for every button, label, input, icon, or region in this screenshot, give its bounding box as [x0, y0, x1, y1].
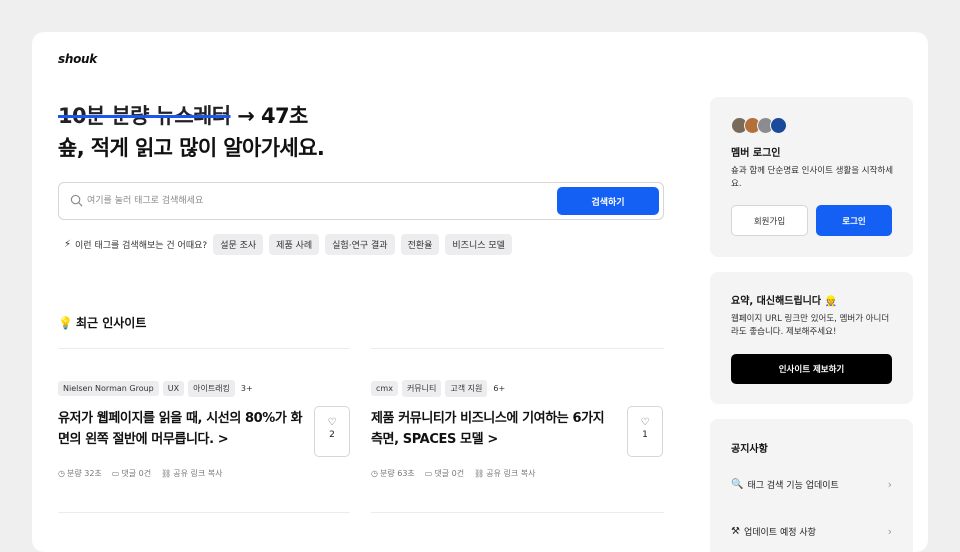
comment-count-text: 댓글 0건: [434, 469, 465, 478]
lightbulb-icon: 💡: [58, 315, 73, 330]
article-tag[interactable]: Nielsen Norman Group: [58, 381, 159, 396]
member-avatars: [731, 117, 787, 134]
read-time-text: 분량 63초: [379, 469, 415, 478]
login-title: 멤버 로그인: [731, 148, 781, 159]
hero-time-text: 47초: [260, 104, 308, 128]
brand-logo[interactable]: shouk: [58, 52, 97, 66]
article-tag[interactable]: UX: [162, 381, 185, 396]
summary-title: 요약, 대신해드립니다 👷: [731, 296, 838, 307]
search-icon: [70, 194, 83, 207]
divider: [371, 512, 664, 513]
avatar: [770, 117, 787, 134]
article-title-text: 유저가 웹페이지를 읽을 때, 시선의 80%가 화면의 왼쪽 절반에 머무릅니…: [58, 411, 303, 447]
article-title[interactable]: 유저가 웹페이지를 읽을 때, 시선의 80%가 화면의 왼쪽 절반에 머무릅니…: [58, 408, 304, 450]
share-link[interactable]: ⛓ 공유 링크 복사: [161, 468, 222, 479]
read-time: ◷ 분량 63초: [371, 468, 415, 479]
article-meta: ◷ 분량 63초 ▭ 댓글 0건 ⛓ 공유 링크 복사: [371, 468, 663, 479]
link-icon: ⛓: [161, 469, 172, 478]
divider: [58, 512, 350, 513]
article-tag[interactable]: 커뮤니티: [401, 380, 442, 397]
article-meta: ◷ 분량 32초 ▭ 댓글 0건 ⛓ 공유 링크 복사: [58, 468, 350, 479]
recent-insights-heading: 💡 최근 인사이트: [58, 314, 146, 331]
article-card[interactable]: cmx 커뮤니티 고객 지원 6+ 제품 커뮤니티가 비즈니스에 기여하는 6가…: [371, 380, 663, 479]
suggestion-chip[interactable]: 비즈니스 모델: [445, 234, 512, 255]
more-tags-count: 3+: [240, 384, 253, 393]
notice-title: 공지사항: [731, 444, 768, 455]
heart-icon: ♡: [640, 417, 650, 428]
tag-suggestions: ⚡ 이런 태그를 검색해보는 건 어때요? 설문 조사 제품 사례 실험·연구 …: [64, 234, 512, 255]
article-tag[interactable]: 고객 지원: [445, 380, 488, 397]
like-count: 1: [642, 430, 648, 440]
hammer-pick-icon: ⚒: [731, 526, 740, 537]
notice-item[interactable]: 🔍 태그 검색 기능 업데이트 ›: [731, 478, 892, 491]
like-button[interactable]: ♡ 2: [314, 406, 350, 457]
search-bar: 검색하기: [58, 182, 664, 220]
comment-icon: ▭: [424, 469, 433, 478]
login-button[interactable]: 로그인: [816, 205, 892, 236]
heart-icon: ♡: [327, 417, 337, 428]
link-icon: ⛓: [474, 469, 485, 478]
clock-icon: ◷: [58, 469, 65, 478]
read-time: ◷ 분량 32초: [58, 468, 102, 479]
comment-count[interactable]: ▭ 댓글 0건: [425, 468, 464, 479]
suggestion-chip[interactable]: 실험·연구 결과: [325, 234, 395, 255]
hero-headline-line2: 숖, 적게 읽고 많이 알아가세요.: [58, 136, 325, 160]
more-tags-count: 6+: [493, 384, 506, 393]
like-button[interactable]: ♡ 1: [627, 406, 663, 457]
suggestion-chip[interactable]: 제품 사례: [269, 234, 320, 255]
suggestion-prompt: 이런 태그를 검색해보는 건 어때요?: [75, 241, 208, 251]
article-tag[interactable]: 아이트래킹: [188, 380, 235, 397]
summary-panel: 요약, 대신해드립니다 👷 웹페이지 URL 링크만 있어도, 멤버가 아니더라…: [710, 272, 913, 404]
chevron-right-icon: >: [217, 432, 229, 447]
signup-button[interactable]: 회원가입: [731, 205, 808, 236]
notice-item[interactable]: ⚒ 업데이트 예정 사항 ›: [731, 525, 892, 538]
lightning-icon: ⚡: [64, 239, 72, 250]
divider: [371, 348, 664, 349]
share-link[interactable]: ⛓ 공유 링크 복사: [474, 468, 535, 479]
search-input[interactable]: [87, 191, 547, 211]
notice-panel: 공지사항 🔍 태그 검색 기능 업데이트 › ⚒ 업데이트 예정 사항 ›: [710, 419, 913, 552]
search-button[interactable]: 검색하기: [557, 187, 659, 215]
chevron-right-icon: ›: [887, 478, 892, 491]
recent-insights-title: 최근 인사이트: [75, 316, 147, 330]
hero-headline-line1: 10분 분량 뉴스레터 → 47초: [58, 100, 308, 130]
chevron-right-icon: >: [487, 432, 498, 447]
suggestion-chip[interactable]: 전환율: [400, 234, 440, 255]
share-link-text: 공유 링크 복사: [173, 469, 223, 478]
read-time-text: 분량 32초: [66, 469, 102, 478]
article-tags: Nielsen Norman Group UX 아이트래킹 3+: [58, 380, 350, 397]
login-description: 숖과 함께 단순명료 인사이트 생활을 시작하세요.: [731, 166, 894, 189]
divider: [58, 348, 350, 349]
summary-description: 웹페이지 URL 링크만 있어도, 멤버가 아니더라도 좋습니다. 제보해주세요…: [731, 314, 890, 337]
notice-label: 업데이트 예정 사항: [743, 528, 816, 538]
article-card[interactable]: Nielsen Norman Group UX 아이트래킹 3+ 유저가 웹페이…: [58, 380, 350, 479]
chevron-right-icon: ›: [887, 525, 892, 538]
comment-icon: ▭: [111, 469, 120, 478]
clock-icon: ◷: [371, 469, 378, 478]
article-title[interactable]: 제품 커뮤니티가 비즈니스에 기여하는 6가지 측면, SPACES 모델 >: [371, 408, 617, 450]
article-tags: cmx 커뮤니티 고객 지원 6+: [371, 380, 663, 397]
like-count: 2: [329, 430, 335, 440]
submit-insight-button[interactable]: 인사이트 제보하기: [731, 354, 892, 384]
comment-count-text: 댓글 0건: [121, 469, 152, 478]
hero-arrow: →: [237, 104, 255, 128]
notice-label: 태그 검색 기능 업데이트: [747, 481, 839, 491]
share-link-text: 공유 링크 복사: [486, 469, 536, 478]
magnifier-icon: 🔍: [731, 479, 744, 490]
article-tag[interactable]: cmx: [371, 381, 398, 396]
login-panel: 멤버 로그인 숖과 함께 단순명료 인사이트 생활을 시작하세요. 회원가입 로…: [710, 97, 913, 257]
hero-strike-text: 10분 분량 뉴스레터: [58, 104, 231, 128]
comment-count[interactable]: ▭ 댓글 0건: [112, 468, 151, 479]
main-card: shouk 10분 분량 뉴스레터 → 47초 숖, 적게 읽고 많이 알아가세…: [32, 32, 928, 552]
suggestion-chip[interactable]: 설문 조사: [213, 234, 264, 255]
